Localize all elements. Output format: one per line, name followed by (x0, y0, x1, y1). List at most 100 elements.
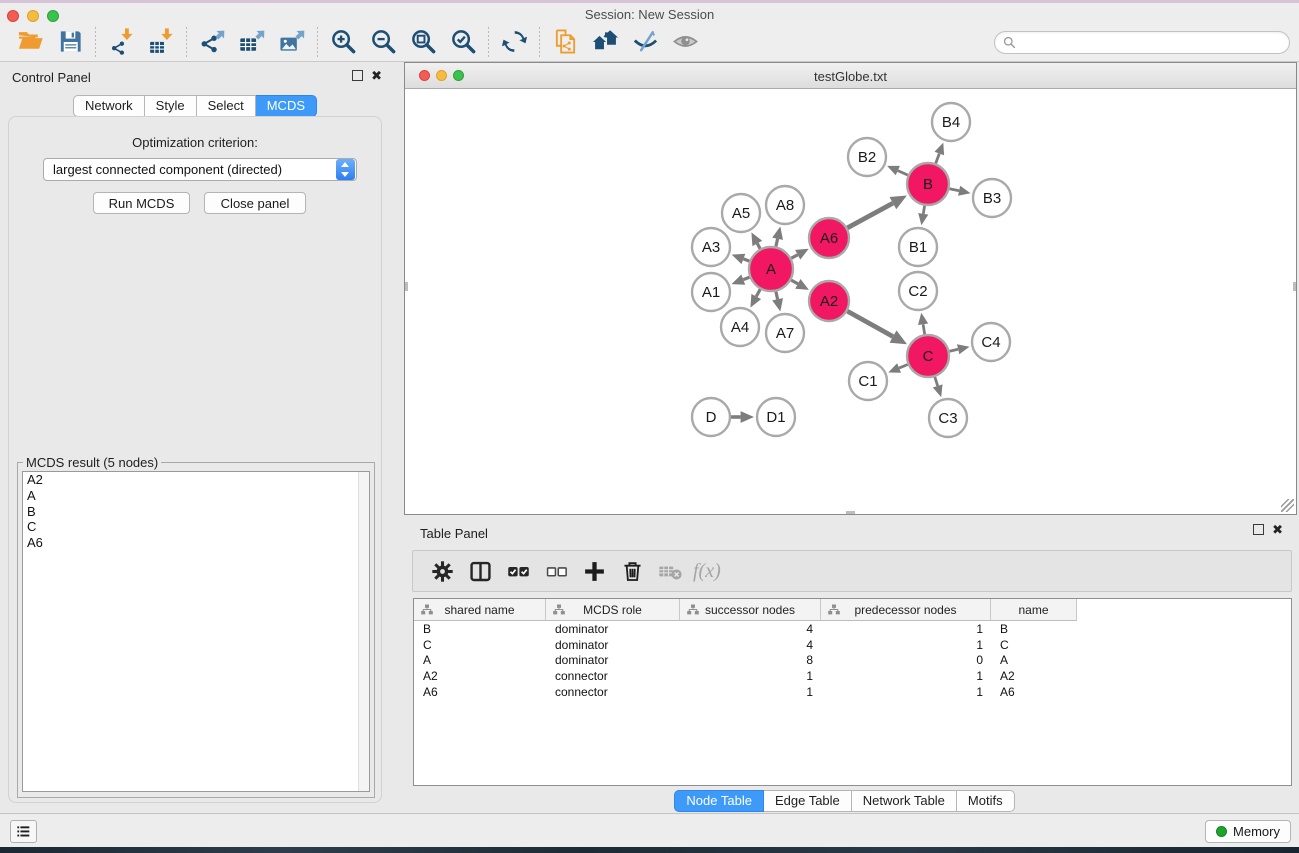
dropdown-stepper-icon (336, 159, 355, 180)
export-image-button[interactable] (272, 25, 312, 59)
mcds-tab-content: Optimization criterion: largest connecte… (8, 116, 382, 803)
graph-node-label-C1: C1 (858, 373, 877, 390)
clone-network-button[interactable] (545, 25, 585, 59)
table-settings-button[interactable] (423, 553, 461, 589)
import-network-button[interactable] (101, 25, 141, 59)
close-panel-button[interactable]: Close panel (204, 192, 306, 214)
memory-button[interactable]: Memory (1205, 820, 1291, 843)
table-cell[interactable]: A6 (991, 685, 1077, 699)
table-cell[interactable]: A6 (414, 685, 546, 699)
table-cell[interactable]: B (991, 622, 1077, 636)
table-row[interactable]: Cdominator41C (414, 637, 1291, 653)
zoom-fit-button[interactable] (403, 25, 443, 59)
float-table-panel-icon[interactable] (1253, 524, 1264, 535)
result-list-item[interactable]: B (23, 504, 369, 520)
table-row[interactable]: A2connector11A2 (414, 668, 1291, 684)
search-box[interactable] (994, 31, 1290, 54)
table-cell[interactable]: dominator (546, 622, 680, 636)
table-cell[interactable]: A2 (414, 669, 546, 683)
column-header-predecessor-nodes[interactable]: predecessor nodes (821, 599, 991, 621)
export-network-button[interactable] (192, 25, 232, 59)
result-list-item[interactable]: A6 (23, 535, 369, 551)
result-list-item[interactable]: A2 (23, 472, 369, 488)
column-header-name[interactable]: name (991, 599, 1077, 621)
network-window-titlebar[interactable]: testGlobe.txt (405, 63, 1296, 89)
mcds-result-list[interactable]: A2ABCA6 (22, 471, 370, 792)
tab-select[interactable]: Select (197, 95, 256, 117)
select-all-columns-button[interactable] (499, 553, 537, 589)
tab-network[interactable]: Network (73, 95, 145, 117)
delete-columns-button[interactable] (613, 553, 651, 589)
column-header-MCDS-role[interactable]: MCDS role (546, 599, 680, 621)
node-table[interactable]: shared nameMCDS rolesuccessor nodesprede… (413, 598, 1292, 786)
column-header-shared-name[interactable]: shared name (414, 599, 546, 621)
table-cell[interactable]: 1 (821, 638, 991, 652)
column-header-successor-nodes[interactable]: successor nodes (680, 599, 821, 621)
create-column-button[interactable] (575, 553, 613, 589)
task-history-button[interactable] (10, 820, 37, 843)
tab-style[interactable]: Style (145, 95, 197, 117)
tab-network-table[interactable]: Network Table (852, 790, 957, 812)
table-cell[interactable]: dominator (546, 638, 680, 652)
graph-node-label-A8: A8 (776, 197, 794, 214)
network-graph[interactable]: B4B2BB3A8A5A6A3B1AC2A1A2A4A7C4CC1C3DD1 (405, 89, 1296, 514)
table-cell[interactable]: 1 (680, 685, 821, 699)
unselect-all-columns-button[interactable] (537, 553, 575, 589)
refresh-layout-button[interactable] (494, 25, 534, 59)
table-row[interactable]: Bdominator41B (414, 621, 1291, 637)
table-cell[interactable]: connector (546, 669, 680, 683)
table-cell[interactable]: 0 (821, 653, 991, 667)
zoom-out-button[interactable] (363, 25, 403, 59)
status-bar: Memory (0, 813, 1299, 847)
table-cell[interactable]: C (414, 638, 546, 652)
toolbar-group (192, 25, 312, 59)
table-cell[interactable]: 4 (680, 622, 821, 636)
table-row[interactable]: A6connector11A6 (414, 684, 1291, 700)
table-cell[interactable]: 1 (821, 669, 991, 683)
zoom-selected-button[interactable] (443, 25, 483, 59)
function-builder-button: f(x) (693, 560, 721, 583)
table-cell[interactable]: connector (546, 685, 680, 699)
show-graphics-details-button[interactable] (665, 25, 705, 59)
first-neighbors-button[interactable] (585, 25, 625, 59)
tab-mcds[interactable]: MCDS (256, 95, 317, 117)
zoom-in-button[interactable] (323, 25, 363, 59)
save-session-button[interactable] (50, 25, 90, 59)
table-cell[interactable]: 8 (680, 653, 821, 667)
export-table-button[interactable] (232, 25, 272, 59)
export-network-icon (199, 28, 226, 55)
tab-edge-table[interactable]: Edge Table (764, 790, 852, 812)
desktop-background-strip (0, 847, 1299, 853)
table-cell[interactable]: 1 (680, 669, 821, 683)
left-edge-mark (405, 282, 408, 291)
toggle-columns-button[interactable] (461, 553, 499, 589)
table-cell[interactable]: dominator (546, 653, 680, 667)
table-cell[interactable]: C (991, 638, 1077, 652)
table-cell[interactable]: 4 (680, 638, 821, 652)
table-cell[interactable]: 1 (821, 685, 991, 699)
table-row[interactable]: Adominator80A (414, 652, 1291, 668)
close-panel-icon[interactable]: ✖ (371, 70, 382, 81)
result-list-item[interactable]: C (23, 519, 369, 535)
import-table-button[interactable] (141, 25, 181, 59)
close-table-panel-icon[interactable]: ✖ (1272, 524, 1283, 535)
table-cell[interactable]: 1 (821, 622, 991, 636)
float-panel-icon[interactable] (352, 70, 363, 81)
run-mcds-button[interactable]: Run MCDS (93, 192, 190, 214)
table-cell[interactable]: A (991, 653, 1077, 667)
open-file-button[interactable] (10, 25, 50, 59)
table-cell[interactable]: A2 (991, 669, 1077, 683)
result-list-scrollbar[interactable] (358, 472, 369, 791)
tab-motifs[interactable]: Motifs (957, 790, 1015, 812)
network-window-title: testGlobe.txt (405, 69, 1296, 84)
table-cell[interactable]: A (414, 653, 546, 667)
window-resize-grip[interactable] (1281, 499, 1294, 512)
hide-graphics-details-button[interactable] (625, 25, 665, 59)
tab-node-table[interactable]: Node Table (674, 790, 764, 812)
table-cell[interactable]: B (414, 622, 546, 636)
criterion-dropdown[interactable]: largest connected component (directed) (43, 158, 357, 181)
result-list-item[interactable]: A (23, 488, 369, 504)
network-canvas[interactable]: B4B2BB3A8A5A6A3B1AC2A1A2A4A7C4CC1C3DD1 (405, 89, 1296, 514)
search-input[interactable] (1021, 36, 1281, 50)
graph-edge-B-B4 (936, 154, 940, 164)
